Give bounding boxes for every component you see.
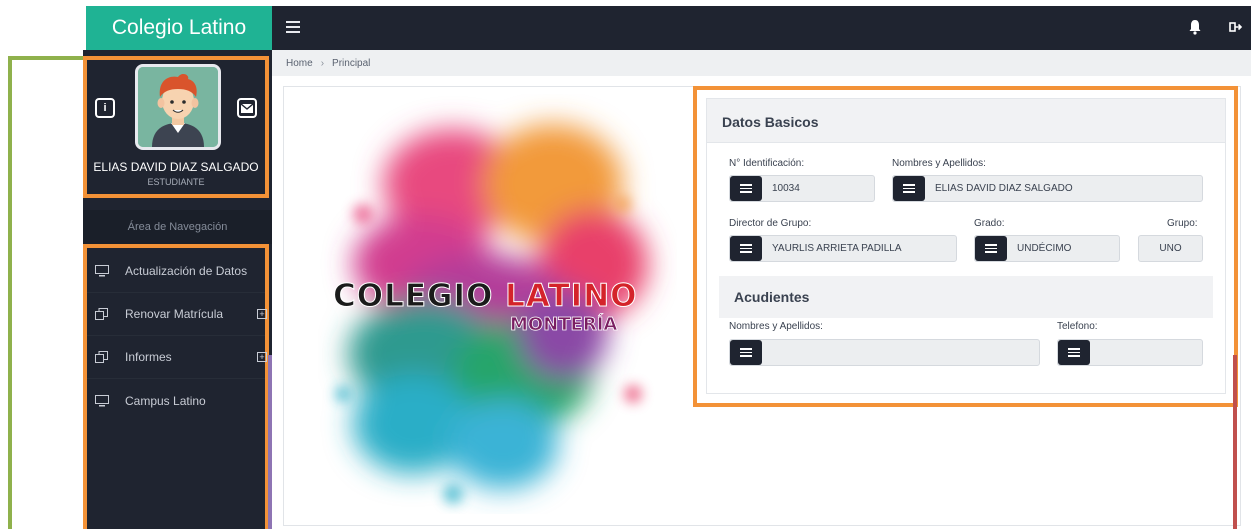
avatar-illustration (138, 67, 218, 147)
breadcrumb-current: Principal (332, 57, 371, 69)
mail-icon[interactable] (237, 98, 257, 118)
top-navbar (272, 6, 1251, 50)
copy-icon (95, 308, 108, 320)
sidebar-item-informes[interactable]: Informes + (87, 336, 267, 379)
logout-icon[interactable] (1229, 19, 1243, 35)
avatar (135, 64, 221, 150)
sidebar-item-renovar-matricula[interactable]: Renovar Matrícula + (87, 293, 267, 336)
sidebar-item-label: Renovar Matrícula (125, 307, 224, 321)
sidebar-section-header: Área de Navegación (83, 210, 272, 244)
annotation-frame-red (1233, 355, 1237, 529)
annotation-frame-green (8, 56, 12, 529)
logo-title: COLEGIO LATINO (332, 278, 638, 315)
copy-icon (95, 351, 108, 363)
breadcrumb-separator: › (320, 57, 325, 69)
profile-role: ESTUDIANTE (147, 177, 205, 187)
breadcrumb: Home › Principal (272, 50, 1251, 76)
breadcrumb-home[interactable]: Home (286, 58, 313, 69)
sidebar-item-label: Informes (125, 350, 172, 364)
app-brand[interactable]: Colegio Latino (86, 6, 272, 50)
monitor-icon (95, 265, 109, 277)
sidebar-item-label: Actualización de Datos (125, 264, 248, 278)
info-icon[interactable]: i (95, 98, 115, 118)
expand-icon[interactable]: + (257, 309, 267, 319)
annotation-frame-purple (268, 355, 272, 529)
menu-icon[interactable] (286, 21, 300, 33)
profile-name: ELIAS DAVID DIAZ SALGADO (93, 160, 259, 174)
sidebar-nav: Actualización de Datos Renovar Matrícula… (83, 244, 269, 529)
sidebar-item-label: Campus Latino (125, 393, 206, 408)
annotation-frame-orange (693, 86, 1238, 407)
expand-icon[interactable]: + (257, 352, 267, 362)
logo-subtitle: MONTERÍA (510, 314, 618, 336)
profile-card: i ELIAS DAVID DIAZ SALGADO ESTUDIANTE (83, 56, 269, 198)
monitor-icon (95, 394, 109, 406)
bell-icon[interactable] (1188, 19, 1202, 35)
sidebar-item-actualizacion-datos[interactable]: Actualización de Datos (87, 250, 265, 293)
app-screen: Colegio Latino Home › Principal i ELIAS … (0, 0, 1251, 529)
sidebar-item-campus-latino[interactable]: Campus Latino (87, 379, 265, 422)
